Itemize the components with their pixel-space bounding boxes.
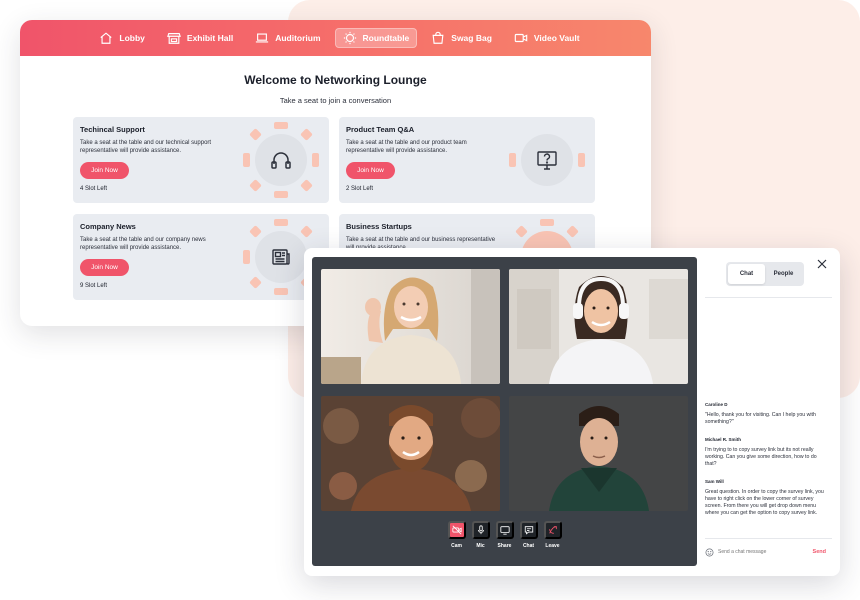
share-control: Share <box>495 521 514 549</box>
cam-button[interactable] <box>447 521 466 539</box>
leave-button[interactable] <box>543 521 562 539</box>
video-icon <box>514 33 528 43</box>
participant-video-tile[interactable] <box>321 396 500 511</box>
table-card-company-news: Company News Take a seat at the table an… <box>73 214 329 300</box>
top-navigation: Lobby Exhibit Hall Auditorium Roundtable… <box>20 20 651 56</box>
table-card-title: Company News <box>80 222 136 231</box>
chat-control: Chat <box>519 521 538 549</box>
nav-video-vault[interactable]: Video Vault <box>506 28 588 48</box>
close-icon[interactable] <box>816 258 828 270</box>
chat-message-input[interactable] <box>718 549 809 555</box>
home-icon <box>100 32 113 44</box>
nav-exhibit-hall[interactable]: Exhibit Hall <box>159 28 241 48</box>
participant-man-brown-hoodie <box>321 396 500 511</box>
join-now-button[interactable]: Join Now <box>346 162 395 179</box>
mic-button[interactable] <box>471 521 490 539</box>
mic-control: Mic <box>471 521 490 549</box>
participant-video-tile[interactable] <box>321 269 500 384</box>
table-card-title: Product Team Q&A <box>346 125 415 134</box>
participant-video-tile[interactable] <box>509 396 688 511</box>
table-card-product-team: Product Team Q&A Take a seat at the tabl… <box>339 117 595 203</box>
message-text: Great question. In order to copy the sur… <box>705 489 824 516</box>
cam-control: Cam <box>447 521 466 549</box>
roundtable-icon <box>343 31 356 45</box>
chat-message: Sam Will Great question. In order to cop… <box>705 479 827 517</box>
nav-swag-bag-label: Swag Bag <box>451 33 492 43</box>
nav-roundtable[interactable]: Roundtable <box>334 28 418 48</box>
cam-label: Cam <box>451 543 462 549</box>
table-card-technical-support: Techincal Support Take a seat at the tab… <box>73 117 329 203</box>
tab-people[interactable]: People <box>765 264 802 284</box>
microphone-icon <box>477 525 484 535</box>
chat-messages: Caroline D "Hello, thank you for visitin… <box>705 402 827 528</box>
join-now-button[interactable]: Join Now <box>80 259 129 276</box>
chat-label: Chat <box>522 543 535 549</box>
slots-left: 4 Slot Left <box>80 186 108 192</box>
video-grid: Cam Mic Share Chat Leave <box>312 257 697 566</box>
message-sender: Caroline D <box>705 402 728 407</box>
chat-panel: Chat People Caroline D "Hello, thank you… <box>705 248 840 576</box>
message-sender: Michael R. Smith <box>705 437 742 442</box>
table-card-description: Take a seat at the table and our company… <box>80 237 206 251</box>
nav-video-vault-label: Video Vault <box>533 33 580 43</box>
nav-roundtable-label: Roundtable <box>362 33 410 43</box>
divider <box>705 297 832 298</box>
bag-icon <box>432 31 444 44</box>
share-button[interactable] <box>495 521 514 539</box>
roundtable-illustration <box>509 134 585 186</box>
nav-lobby[interactable]: Lobby <box>91 28 153 48</box>
video-call-window: Cam Mic Share Chat Leave Chat People Car… <box>304 248 840 576</box>
page-subtitle: Take a seat to join a conversation <box>279 96 392 105</box>
slots-left: 9 Slot Left <box>80 283 108 289</box>
store-icon <box>166 33 181 44</box>
divider <box>705 538 832 539</box>
table-card-title: Techincal Support <box>80 125 145 134</box>
nav-auditorium-label: Auditorium <box>275 33 321 43</box>
table-card-title: Business Startups <box>346 222 412 231</box>
chat-message: Caroline D "Hello, thank you for visitin… <box>705 402 827 426</box>
send-button[interactable]: Send <box>813 549 826 555</box>
screen-share-icon <box>499 526 510 535</box>
emoji-icon[interactable] <box>705 548 714 557</box>
chat-button[interactable] <box>519 521 538 539</box>
nav-lobby-label: Lobby <box>119 33 145 43</box>
message-sender: Sam Will <box>705 479 724 484</box>
participant-woman-waving <box>321 269 500 384</box>
nav-auditorium[interactable]: Auditorium <box>247 28 328 48</box>
mic-label: Mic <box>476 543 485 549</box>
chat-message: Michael R. Smith I'm trying to to copy s… <box>705 437 827 468</box>
roundtable-illustration <box>243 122 319 198</box>
participant-woman-headphones <box>509 269 688 384</box>
nav-swag-bag[interactable]: Swag Bag <box>423 28 500 48</box>
chat-composer: Send <box>705 546 826 558</box>
call-controls: Cam Mic Share Chat Leave <box>312 521 697 549</box>
share-label: Share <box>497 543 512 549</box>
leave-label: Leave <box>545 543 560 549</box>
chat-tabs: Chat People <box>726 262 804 286</box>
leave-control: Leave <box>543 521 562 549</box>
participant-video-tile[interactable] <box>509 269 688 384</box>
message-text: "Hello, thank you for visiting. Can I he… <box>705 412 816 425</box>
table-card-description: Take a seat at the table and our technic… <box>80 140 212 154</box>
participant-man-green-hoodie <box>509 396 688 511</box>
page-title: Welcome to Networking Lounge <box>244 73 427 87</box>
join-now-button[interactable]: Join Now <box>80 162 129 179</box>
laptop-icon <box>256 33 269 43</box>
message-text: I'm trying to to copy survey link but it… <box>705 447 817 467</box>
chat-icon <box>524 526 533 535</box>
tab-chat[interactable]: Chat <box>728 264 765 284</box>
leave-icon <box>548 526 557 534</box>
slots-left: 2 Slot Left <box>346 186 374 192</box>
camera-off-icon <box>451 525 462 535</box>
table-card-description: Take a seat at the table and our product… <box>346 140 467 154</box>
nav-exhibit-hall-label: Exhibit Hall <box>186 33 234 43</box>
